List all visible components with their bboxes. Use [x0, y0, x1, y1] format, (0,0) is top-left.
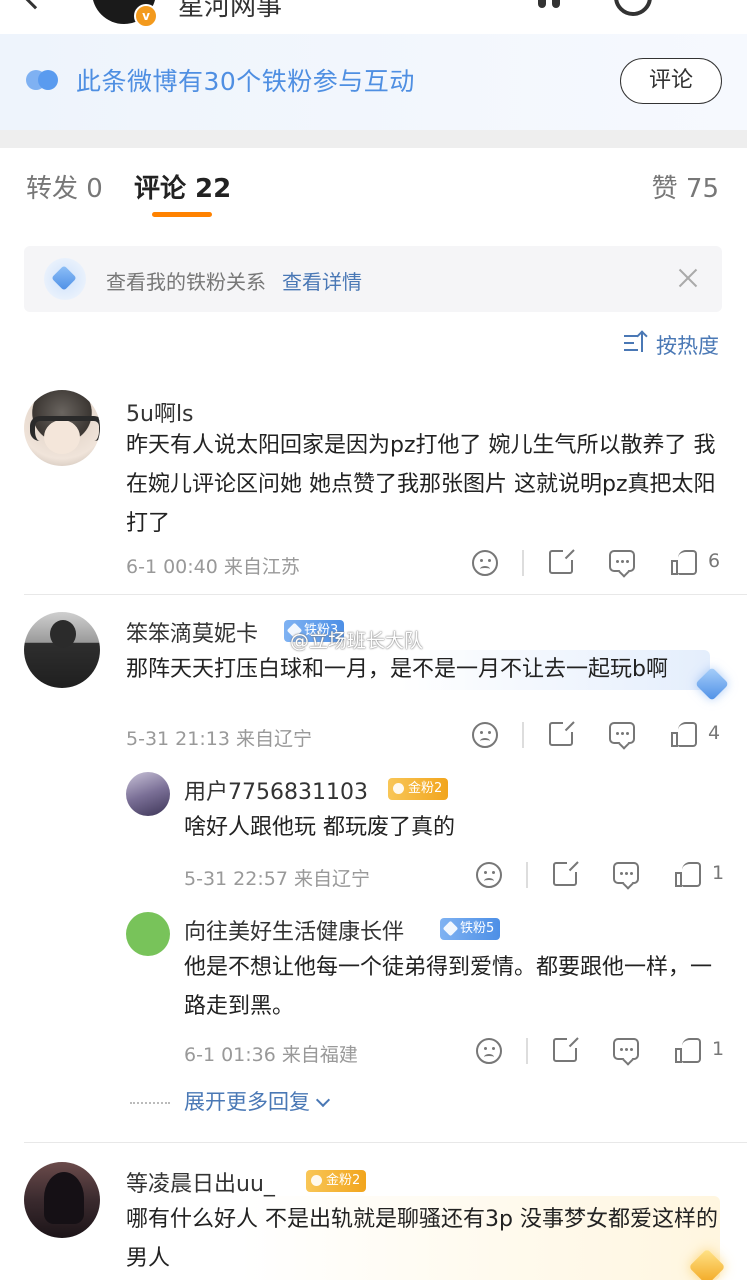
active-tab-indicator: [152, 212, 212, 217]
comment-text: 那阵天天打压白球和一月，是不是一月不让去一起玩b啊: [126, 657, 668, 682]
fan-banner-text: 此条微博有30个铁粉参与互动: [76, 67, 415, 96]
divider: [526, 862, 528, 888]
share-icon[interactable]: [553, 858, 581, 886]
like-icon[interactable]: [675, 862, 701, 888]
fan-level-badge: 铁粉5: [440, 918, 501, 940]
avatar[interactable]: [24, 390, 100, 466]
reply-item: 用户7756831103 金粉2 啥好人跟他玩 都玩废了真的 5-31 22:5…: [0, 770, 747, 890]
dislike-icon[interactable]: [476, 862, 502, 888]
reply-username[interactable]: 向往美好生活健康长伴: [184, 914, 404, 946]
divider: [522, 550, 524, 576]
search-icon[interactable]: [614, 0, 652, 16]
expand-more-replies[interactable]: 展开更多回复: [184, 1086, 331, 1116]
share-icon[interactable]: [549, 546, 577, 574]
dislike-icon[interactable]: [472, 550, 498, 576]
tab-repost[interactable]: 转发 0: [26, 168, 103, 205]
reply-icon[interactable]: [613, 1038, 639, 1060]
comment-meta: 5-31 21:13 来自辽宁: [126, 728, 312, 750]
reply-username[interactable]: 用户7756831103: [184, 774, 368, 806]
reply-icon[interactable]: [609, 550, 635, 572]
avatar[interactable]: [24, 612, 100, 688]
avatar[interactable]: [126, 912, 170, 956]
comment-item: 笨笨滴莫妮卡 铁粉3 那阵天天打压白球和一月，是不是一月不让去一起玩b啊 5-3…: [0, 612, 747, 1142]
share-icon[interactable]: [549, 718, 577, 746]
comment-text: 哪有什么好人 不是出轨就是聊骚还有3p 没事梦女都爱这样的男人: [126, 1207, 718, 1271]
comment-actions: 4: [472, 718, 722, 752]
author-name[interactable]: 星河网事: [178, 0, 282, 23]
reply-item: 向往美好生活健康长伴 铁粉5 他是不想让他每一个徒弟得到爱情。都要跟他一样，一路…: [0, 910, 747, 1080]
like-icon[interactable]: [671, 550, 697, 576]
comment-actions: 6: [472, 546, 722, 580]
sort-label: 按热度: [656, 334, 719, 358]
section-divider: [0, 130, 747, 148]
comment-username[interactable]: 等凌晨日出uu_: [126, 1166, 275, 1198]
reply-icon[interactable]: [609, 722, 635, 744]
comment-divider: [24, 1142, 747, 1143]
divider: [522, 722, 524, 748]
dislike-icon[interactable]: [476, 1038, 502, 1064]
share-icon[interactable]: [553, 1034, 581, 1062]
comment-item: 等凌晨日出uu_ 金粉2 哪有什么好人 不是出轨就是聊骚还有3p 没事梦女都爱这…: [0, 1162, 747, 1280]
like-count: 1: [712, 862, 725, 884]
sort-icon: [624, 330, 650, 354]
fan-relation-notice: 查看我的铁粉关系 查看详情: [24, 246, 722, 312]
like-count: 4: [708, 722, 721, 744]
expand-dots: [130, 1102, 170, 1104]
comment-divider: [24, 594, 747, 595]
reply-meta: 6-1 01:36 来自福建: [184, 1044, 358, 1066]
comment-username[interactable]: 笨笨滴莫妮卡: [126, 616, 258, 648]
reply-actions: 1: [476, 858, 726, 892]
dislike-icon[interactable]: [472, 722, 498, 748]
comment-username[interactable]: 5u啊ls: [126, 396, 194, 428]
reply-actions: 1: [476, 1034, 726, 1068]
avatar[interactable]: [126, 772, 170, 816]
back-icon[interactable]: [16, 0, 54, 10]
comment-text: 昨天有人说太阳回家是因为pz打他了 婉儿生气所以散养了 我在婉儿评论区问她 她点…: [126, 433, 716, 536]
reply-text: 啥好人跟他玩 都玩废了真的: [184, 815, 455, 840]
reply-meta: 5-31 22:57 来自辽宁: [184, 868, 370, 890]
comment-meta: 6-1 00:40 来自江苏: [126, 556, 300, 578]
notice-details-link[interactable]: 查看详情: [282, 266, 362, 295]
watermark: @立场班长大队: [290, 630, 424, 652]
top-bar: v 星河网事: [0, 0, 747, 34]
like-icon[interactable]: [675, 1038, 701, 1064]
reply-text: 他是不想让他每一个徒弟得到爱情。都要跟他一样，一路走到黑。: [184, 955, 713, 1019]
comment-item: 5u啊ls 昨天有人说太阳回家是因为pz打他了 婉儿生气所以散养了 我在婉儿评论…: [0, 390, 747, 590]
avatar[interactable]: [24, 1162, 100, 1238]
fans-icon: [26, 70, 60, 92]
like-count: 6: [708, 550, 721, 572]
verified-badge-icon: v: [134, 4, 158, 28]
tab-like[interactable]: 赞 75: [652, 168, 719, 205]
comment-button[interactable]: 评论: [620, 58, 722, 104]
like-count: 1: [712, 1038, 725, 1060]
like-icon[interactable]: [671, 722, 697, 748]
expand-label: 展开更多回复: [184, 1090, 310, 1114]
divider: [526, 1038, 528, 1064]
chevron-down-icon: [315, 1092, 331, 1108]
tab-bar: 转发 0 评论 22 赞 75: [0, 148, 747, 228]
more-icon[interactable]: [538, 0, 588, 10]
fan-interaction-banner: 此条微博有30个铁粉参与互动 评论: [0, 34, 747, 130]
notice-text: 查看我的铁粉关系: [106, 270, 266, 294]
close-icon[interactable]: [676, 266, 700, 290]
fan-level-badge: 金粉2: [388, 778, 449, 800]
fan-level-badge: 金粉2: [306, 1170, 367, 1192]
tab-comment[interactable]: 评论 22: [134, 168, 231, 205]
diamond-fan-icon: [44, 258, 86, 300]
reply-icon[interactable]: [613, 862, 639, 884]
